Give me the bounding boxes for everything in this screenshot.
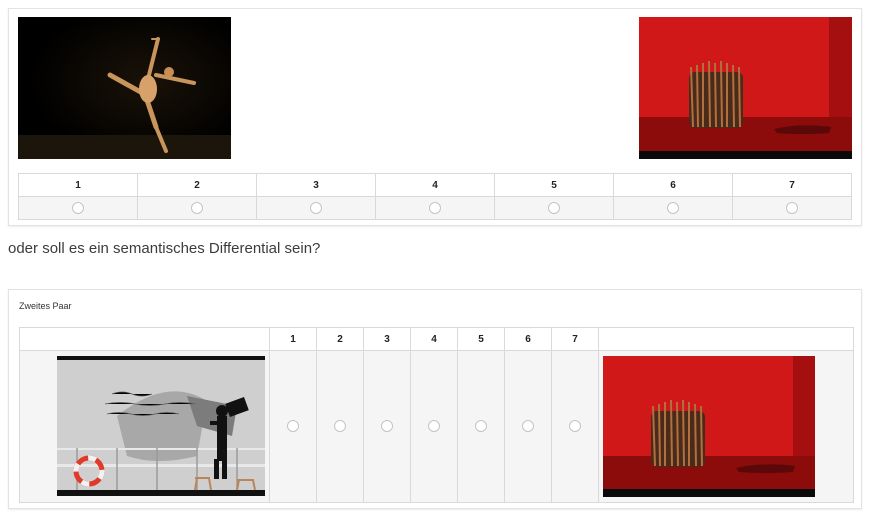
scale-label: 6 (504, 327, 552, 351)
scale-label: 6 (613, 173, 733, 197)
scale-label: 4 (410, 327, 458, 351)
scale-radio-3[interactable] (310, 201, 322, 214)
scale-radio-5[interactable] (548, 201, 560, 214)
scale-radio-3[interactable] (381, 420, 393, 433)
scale-label: 2 (316, 327, 364, 351)
scale-radio-1[interactable] (287, 420, 299, 433)
pair-title: Zweites Paar (19, 301, 72, 311)
scale-label: 1 (18, 173, 138, 197)
rating-panel-1: 1 2 3 4 5 6 7 (8, 8, 862, 226)
scale-radio-6[interactable] (522, 420, 534, 433)
scale-radio-7[interactable] (786, 201, 798, 214)
right-anchor-cell (598, 350, 854, 503)
scale-radio-6[interactable] (667, 201, 679, 214)
scale-label: 5 (457, 327, 505, 351)
scale-radio-7[interactable] (569, 420, 581, 433)
rating-panel-2: Zweites Paar 1 2 3 4 5 6 7 (8, 289, 862, 509)
scale-label: 3 (256, 173, 376, 197)
header-empty-left (19, 327, 270, 351)
scale-radio-1[interactable] (72, 201, 84, 214)
scale-label: 7 (551, 327, 599, 351)
scale-radio-5[interactable] (475, 420, 487, 433)
question-text: oder soll es ein semantisches Differenti… (8, 240, 321, 257)
scale-label: 4 (375, 173, 495, 197)
header-empty-right (598, 327, 854, 351)
likert-scale-1: 1 2 3 4 5 6 7 (18, 173, 852, 220)
scale-label: 5 (494, 173, 614, 197)
scale-label: 3 (363, 327, 411, 351)
scale-label: 7 (732, 173, 852, 197)
dancer-solo-photo (18, 17, 231, 159)
scale-radio-2[interactable] (191, 201, 203, 214)
scale-radio-4[interactable] (428, 420, 440, 433)
dancer-group-red-photo (603, 356, 815, 497)
semantic-differential: 1 2 3 4 5 6 7 (19, 327, 854, 503)
dancer-group-red-photo (639, 17, 852, 159)
scale-radio-2[interactable] (334, 420, 346, 433)
theatre-scene-photo (57, 356, 265, 496)
left-anchor-cell (19, 350, 270, 503)
scale-label: 1 (269, 327, 317, 351)
scale-label: 2 (137, 173, 257, 197)
scale-radio-4[interactable] (429, 201, 441, 214)
